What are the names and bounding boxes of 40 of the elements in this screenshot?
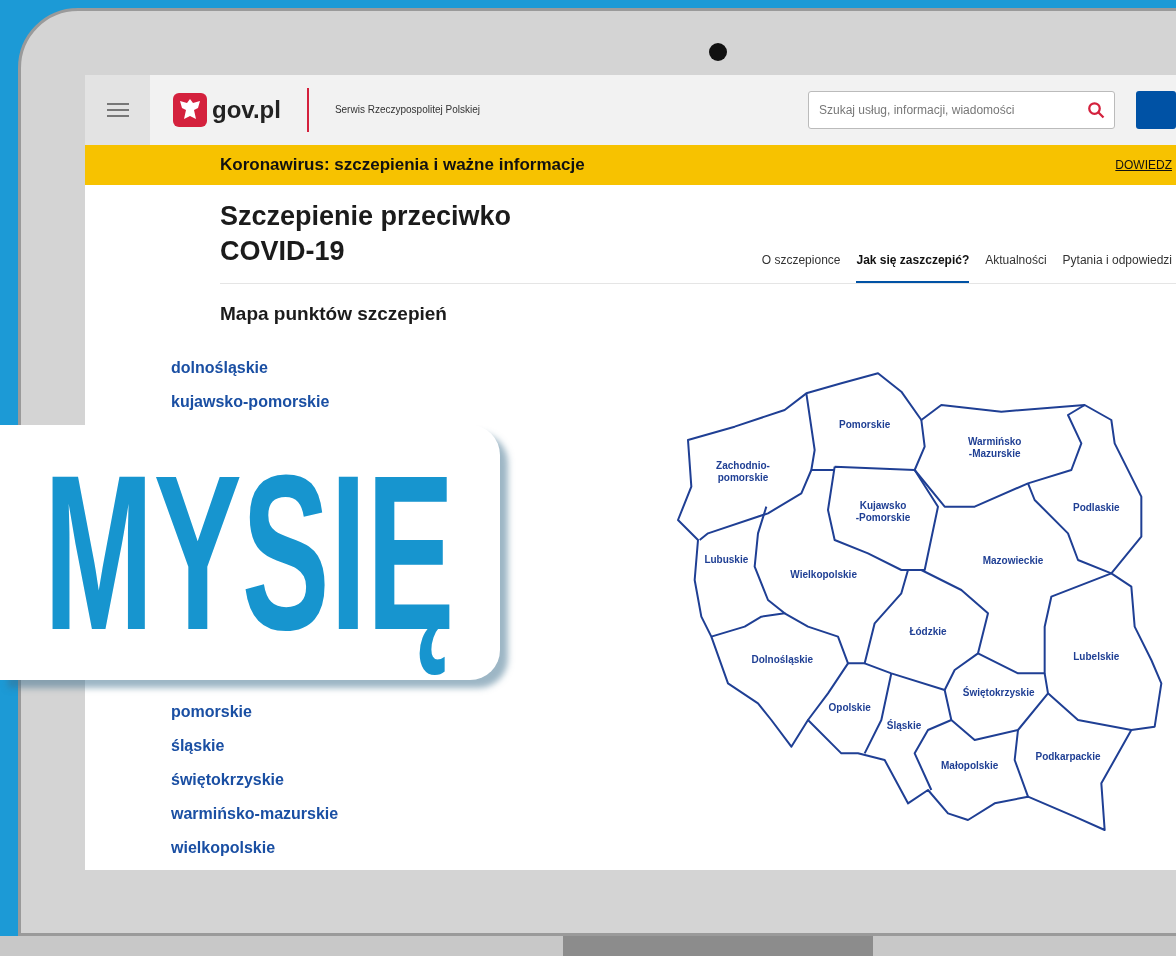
region-label[interactable]: Zachodnio- pomorskie	[716, 459, 770, 484]
region-link[interactable]: kujawsko-pomorskie	[171, 390, 668, 424]
campaign-slogan: MYSIĘ	[44, 428, 455, 678]
nav-tab[interactable]: Jak się zaszczepić?	[856, 250, 970, 283]
logo-text: gov.pl	[212, 94, 281, 125]
region-link[interactable]: dolnośląskie	[171, 356, 668, 390]
region-link[interactable]: wielkopolskie	[171, 836, 668, 870]
region-label[interactable]: Opolskie	[828, 702, 871, 715]
login-button[interactable]	[1136, 90, 1176, 129]
region-label[interactable]: Małopolskie	[941, 760, 999, 772]
eagle-emblem-icon	[172, 91, 208, 128]
region-link[interactable]: śląskie	[171, 734, 668, 768]
nav-tab[interactable]: Pytania i odpowiedzi	[1062, 250, 1172, 283]
region-label[interactable]: Lubuskie	[704, 554, 749, 566]
learn-more-link[interactable]: DOWIEDZ	[1115, 155, 1172, 174]
region-label[interactable]: Mazowieckie	[982, 554, 1044, 567]
region-label[interactable]: Podlaskie	[1073, 502, 1120, 515]
region-label[interactable]: Lubelskie	[1073, 650, 1120, 663]
search-field[interactable]: Szukaj usług, informacji, wiadomości	[808, 90, 1115, 129]
camera-icon	[709, 43, 727, 61]
region-label[interactable]: Dolnośląskie	[751, 654, 814, 666]
region-link[interactable]: świętokrzyskie	[171, 768, 668, 802]
region-label[interactable]: Pomorskie	[839, 419, 891, 431]
region-label[interactable]: Wielkopolskie	[790, 569, 857, 581]
region-label[interactable]: Świętokrzyskie	[962, 687, 1035, 700]
menu-icon[interactable]	[85, 75, 150, 145]
region-label[interactable]: Podkarpackie	[1035, 750, 1101, 763]
page-title: Szczepienie przeciwko COVID-19	[220, 199, 513, 268]
search-icon	[1087, 100, 1105, 119]
service-name: Serwis Rzeczypospolitej Polskiej	[334, 103, 480, 118]
region-link[interactable]: pomorskie	[171, 700, 668, 734]
region-link[interactable]: warmińsko-mazurskie	[171, 802, 668, 836]
region-label[interactable]: Warmińsko -Mazurskie	[967, 436, 1022, 460]
nav-tab[interactable]: O szczepionce	[761, 250, 841, 283]
region-label[interactable]: Kujawsko -Pomorskie	[855, 500, 911, 524]
section-title: Mapa punktów szczepień	[220, 301, 448, 326]
banner-text: Koronawirus: szczepienia i ważne informacje	[220, 153, 585, 176]
nav-tab[interactable]: Aktualności	[985, 250, 1047, 283]
region-label[interactable]: Łódzkie	[909, 625, 947, 638]
region-label[interactable]: Śląskie	[886, 720, 922, 732]
